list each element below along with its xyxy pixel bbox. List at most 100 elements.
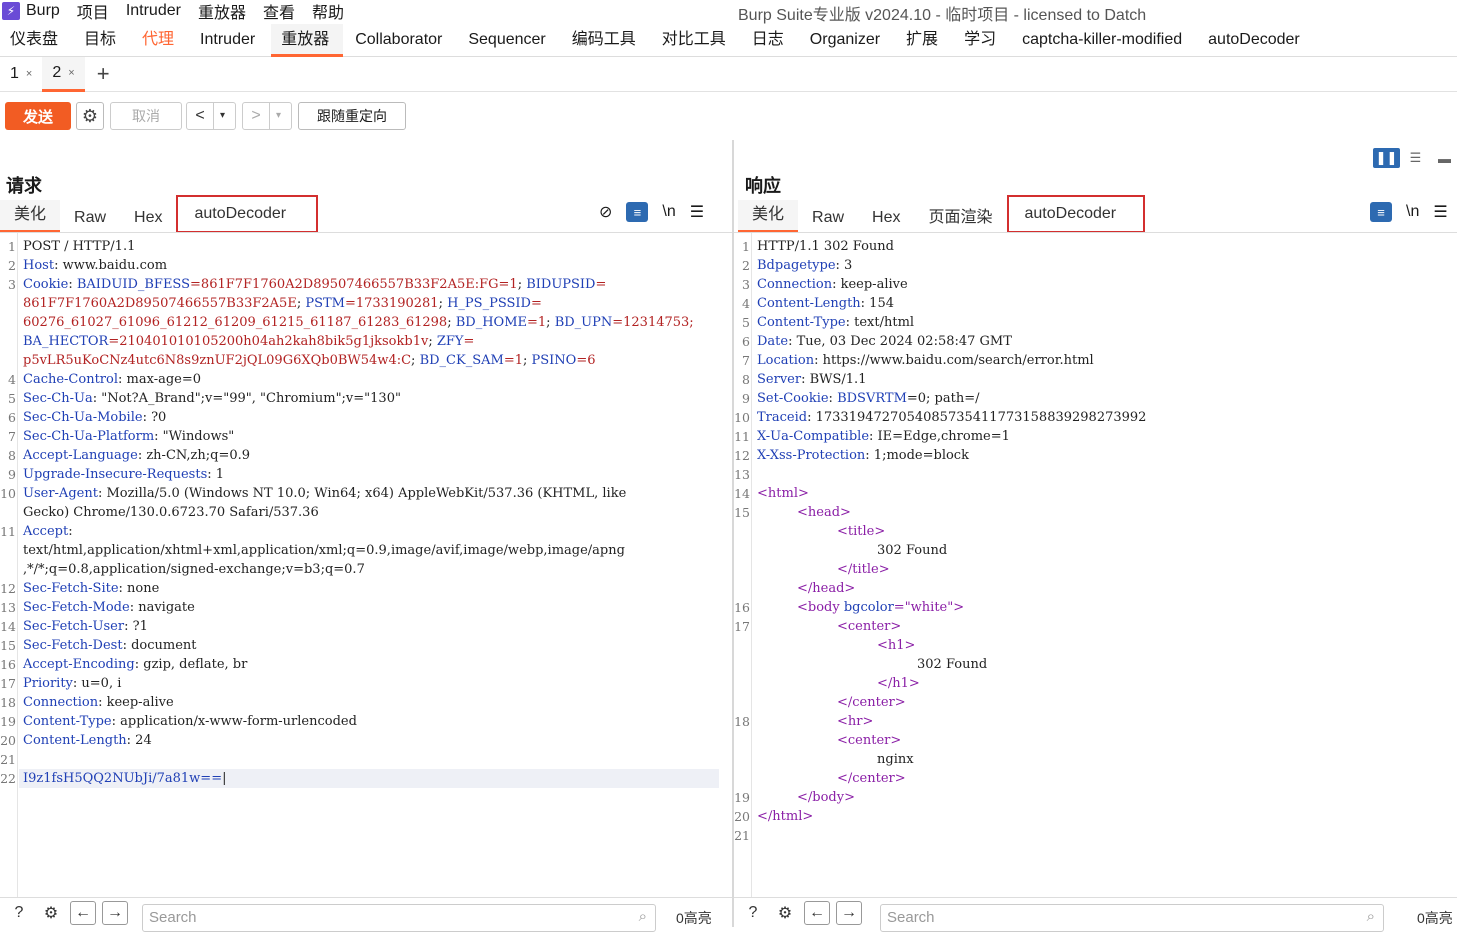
main-tab[interactable]: Intruder [190,24,269,57]
header-value: : Mozilla/5.0 (Windows NT 10.0; Win64; x… [97,486,627,501]
header-key: Server [757,372,802,387]
response-tab-render[interactable]: 页面渲染 [914,203,1006,233]
help-icon[interactable]: ? [740,900,766,926]
cookie-value: =1733190281 [344,296,439,311]
main-tab[interactable]: 学习 [954,24,1010,57]
cookie-value: p5vLR5uKoCNz4utc6N8s9znUF2jQL09G6XQb0BW5… [23,353,412,368]
main-tab[interactable]: autoDecoder [1198,24,1314,57]
line-number: 20 [734,809,750,824]
settings-icon[interactable]: ⚙ [772,900,798,926]
code-text: Upgrade-Insecure-Requests: 1 [23,465,224,484]
menu-project[interactable]: 项目 [77,0,109,23]
search-icon: ⌕ [1366,908,1375,925]
help-icon[interactable]: ? [6,900,32,926]
close-icon[interactable]: × [68,56,74,90]
chevron-down-icon[interactable]: ▾ [269,103,287,129]
main-tab[interactable]: 目标 [74,24,130,57]
header-value: : 24 [126,733,152,748]
code-text: Accept-Encoding: gzip, deflate, br [23,655,247,674]
search-icon: ⌕ [638,908,647,925]
header-value: : text/html [845,315,915,330]
line-number: 18 [734,714,750,729]
header-value: : 17331947270540857354117731588392982739… [807,410,1147,425]
code-text: User-Agent: Mozilla/5.0 (Windows NT 10.0… [23,484,626,503]
request-tab-hex[interactable]: Hex [120,209,176,233]
main-tab[interactable]: 扩展 [896,24,952,57]
follow-redirect-button[interactable]: 跟随重定向 [298,102,406,130]
line-number: 14 [734,486,750,501]
line-number: 6 [8,410,16,425]
html-tag: <html> [757,486,809,501]
header-value: : navigate [129,600,195,615]
menu-intruder[interactable]: Intruder [126,2,181,20]
repeater-tab-2[interactable]: 2 × [42,56,85,92]
code-text: </title> [837,560,890,579]
arrow-right-icon[interactable]: → [836,900,862,925]
main-tab[interactable]: captcha-killer-modified [1012,24,1196,57]
main-tab[interactable]: Organizer [800,24,894,57]
cancel-button[interactable]: 取消 [110,102,182,130]
line-text: ,*/*;q=0.8,application/signed-exchange;v… [23,562,365,577]
main-tab[interactable]: Collaborator [345,24,456,57]
cookie-sep: ; [522,353,532,368]
settings-gear-icon[interactable]: ⚙ [76,102,104,130]
main-tab[interactable]: 仪表盘 [0,24,72,57]
request-tab-autodecoder[interactable]: autoDecoder [176,195,319,233]
request-tab-pretty[interactable]: 美化 [0,200,61,233]
header-value: : keep-alive [98,695,174,710]
menu-view[interactable]: 查看 [263,0,295,23]
main-tab[interactable]: 代理 [132,24,188,57]
close-icon[interactable]: × [26,57,32,91]
cookie-key: PSTM [305,296,345,311]
add-tab-icon[interactable]: + [85,61,122,87]
forward-button[interactable]: > ▾ [242,102,292,130]
request-tab-raw[interactable]: Raw [60,209,120,233]
cookie-sep: ; [438,296,448,311]
repeater-tab-1[interactable]: 1 × [0,57,42,92]
search-input[interactable]: Search ⌕ [880,904,1384,932]
line-number: 1 [742,239,750,254]
response-tab-autodecoder[interactable]: autoDecoder [1006,195,1145,233]
menu-help[interactable]: 帮助 [312,0,344,23]
chevron-down-icon[interactable]: ▾ [213,103,231,129]
main-tab[interactable]: 日志 [742,24,798,57]
main-tab[interactable]: Sequencer [458,24,559,57]
cookie-key: BIDUPSID [526,277,596,292]
line-number: 18 [0,695,16,710]
main-tab[interactable]: 重放器 [271,23,344,57]
header-value: : document [122,638,197,653]
line-number: 3 [8,277,16,292]
back-button[interactable]: < ▾ [186,102,236,130]
code-text: 302 Found [877,541,947,560]
html-tag: </h1> [877,676,920,691]
response-tab-hex[interactable]: Hex [858,209,914,233]
line-number: 19 [734,790,750,805]
menu-icon[interactable]: ☰ [690,202,704,222]
arrow-right-icon[interactable]: → [102,900,128,925]
wrap-lines-icon[interactable]: ≡ [626,202,649,222]
line-gutter [0,233,18,897]
search-input[interactable]: Search ⌕ [142,904,656,932]
request-pane: 请求 美化 Raw Hex autoDecoder ⊘ ≡ \n ☰ 1 POST… [0,140,732,932]
request-editor[interactable]: 1 POST / HTTP/1.1 2 Host: www.baidu.com 3 Coo… [0,232,732,897]
main-tab[interactable]: 对比工具 [652,24,740,57]
menu-icon[interactable]: ☰ [1433,202,1447,222]
code-text: Location: https://www.baidu.com/search/e… [757,351,1094,370]
menu-burp[interactable]: Burp [26,2,60,20]
cookie-value: 60276_61027_61096_61212_61209_61215_6118… [23,315,448,330]
arrow-left-icon[interactable]: ← [70,900,96,925]
send-button[interactable]: 发送 [5,102,71,130]
response-tab-pretty[interactable]: 美化 [738,200,799,233]
settings-icon[interactable]: ⚙ [38,900,64,926]
newline-toggle[interactable]: \n [1406,203,1419,221]
cookie-key: PSINO [531,353,577,368]
code-text: I9z1fsH5QQ2NUbJi/7a81w==| [23,769,226,788]
arrow-left-icon[interactable]: ← [804,900,830,925]
main-tab[interactable]: 编码工具 [562,24,650,57]
newline-toggle[interactable]: \n [662,203,675,221]
response-editor[interactable]: 1 HTTP/1.1 302 Found 2 Bdpagetype: 3 3 Connec… [734,232,1457,897]
hide-icon[interactable]: ⊘ [599,202,612,222]
wrap-lines-icon[interactable]: ≡ [1370,202,1392,222]
response-tab-raw[interactable]: Raw [798,209,858,233]
menu-repeater[interactable]: 重放器 [198,0,246,23]
